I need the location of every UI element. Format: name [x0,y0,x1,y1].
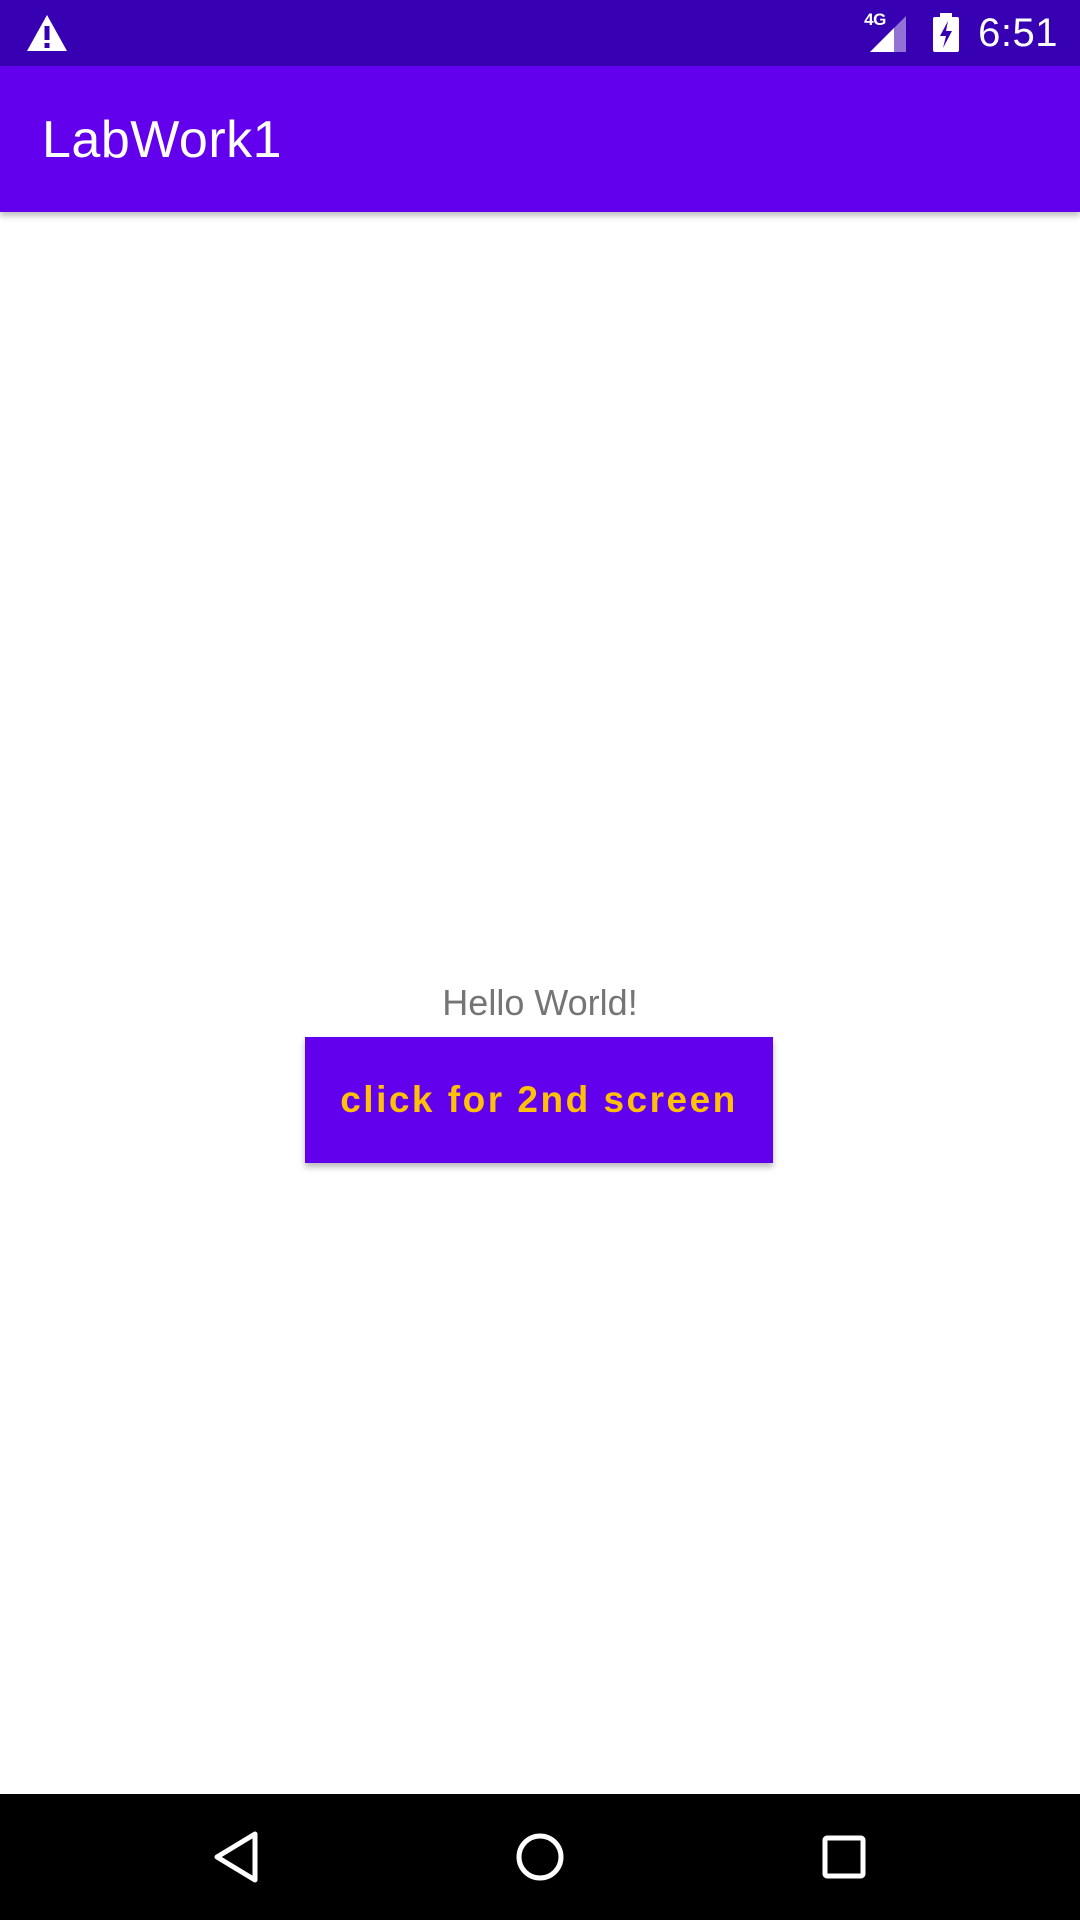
app-bar: LabWork1 [0,66,1080,212]
network-type-label: 4G [864,10,886,29]
recents-square-icon[interactable] [811,1824,877,1890]
status-bar: 4G 6:51 [0,0,1080,66]
status-icons: 4G 6:51 [862,0,1080,66]
battery-charging-icon [932,13,960,53]
warning-triangle-icon [26,13,68,53]
second-screen-button[interactable]: click for 2nd screen [305,1037,773,1163]
app-title: LabWork1 [42,111,283,169]
main-content: Hello World! click for 2nd screen [0,212,1080,1794]
back-triangle-icon[interactable] [203,1824,269,1890]
navigation-bar [0,1794,1080,1920]
cell-signal-icon: 4G [862,10,912,54]
home-circle-icon[interactable] [507,1824,573,1890]
screen: 4G 6:51 LabWork1 Hello World! click for … [0,0,1080,1920]
greeting-text: Hello World! [442,982,638,1023]
status-time: 6:51 [978,10,1058,55]
